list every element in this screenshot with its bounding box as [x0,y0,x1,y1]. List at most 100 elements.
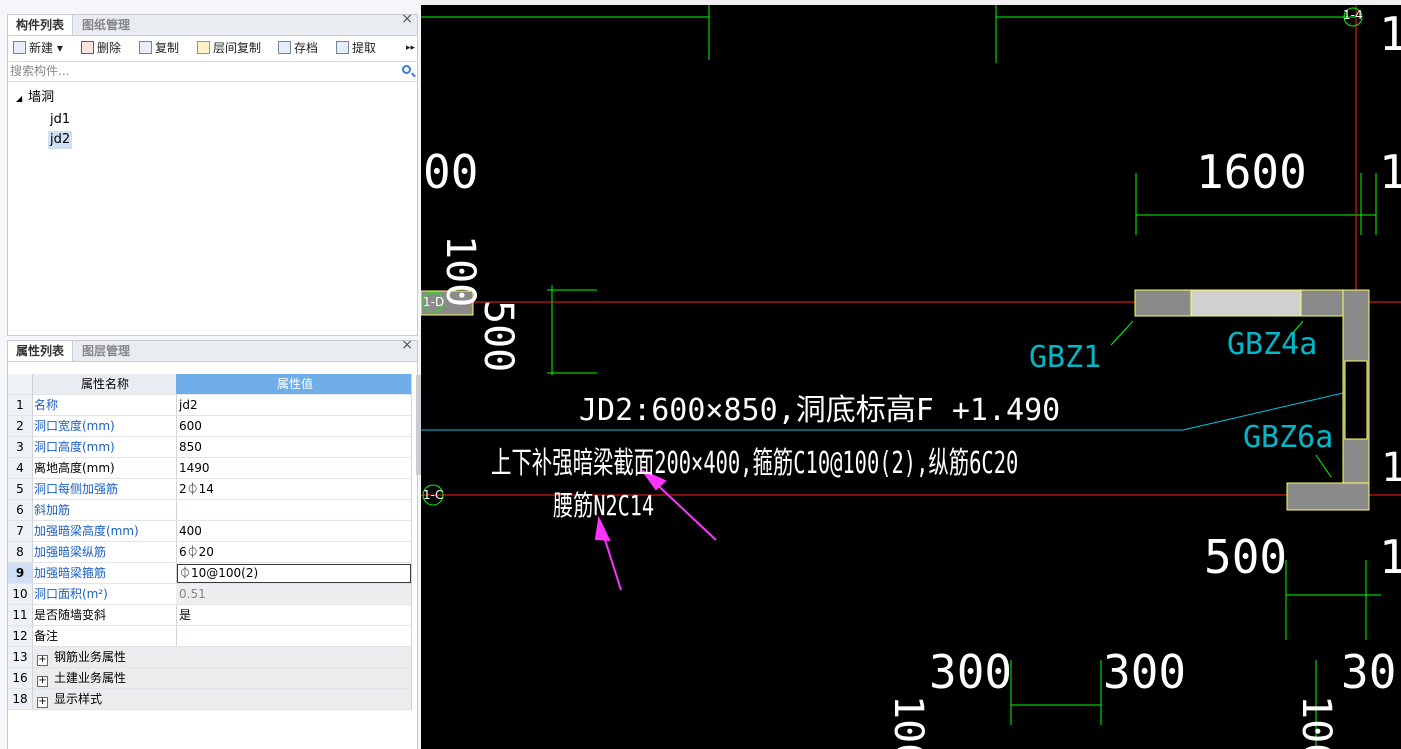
property-name: 洞口高度(mm) [33,437,177,458]
header-corner [8,374,33,395]
header-property-name: 属性名称 [33,374,177,395]
copy-button[interactable]: 复制 [139,39,179,57]
beam-note: 上下补强暗梁截面200×400,箍筋C10@100(2),纵筋6C20 [491,446,1019,481]
header-property-value: 属性值 [176,374,412,395]
property-row[interactable]: 4 离地高度(mm) 1490 [8,458,412,479]
property-list-panel: 属性列表 图层管理 × 属性名称 属性值 1 名称 jd2 2 洞口宽度(mm) 600… [7,337,418,749]
property-name: 洞口宽度(mm) [33,416,177,437]
dim-label: 300 [929,645,1013,699]
property-value-editor[interactable]: ⏀10@100(2) [176,563,412,584]
floor-copy-label: 层间复制 [213,41,262,55]
row-number: 2 [8,416,33,437]
component-list-panel: 构件列表 图纸管理 × 新建 ▾ 删除 复制 层间复制 存档 提取 ▸▸ ◢ 墙洞… [7,11,418,336]
property-group-civil[interactable]: 16 + 土建业务属性 [8,668,412,689]
floor-copy-button[interactable]: 层间复制 [197,39,261,57]
expand-icon[interactable]: + [37,676,48,687]
property-name: 斜加筋 [33,500,177,521]
component-search [8,61,417,82]
property-name: 加强暗梁纵筋 [33,542,177,563]
row-number: 12 [8,626,33,647]
dimension-lines [421,5,1381,749]
property-row[interactable]: 2 洞口宽度(mm) 600 [8,416,412,437]
tab-property-list[interactable]: 属性列表 [8,341,74,361]
property-name: 洞口面积(m²) [33,584,177,605]
row-number: 9 [8,563,33,584]
property-row[interactable]: 6 斜加筋 [8,500,412,521]
tree-item-jd2[interactable]: jd2 [48,131,73,149]
dim-label: 500 [1204,530,1288,584]
dim-label: 1 [1379,7,1401,61]
dim-label: 00 [423,145,479,199]
property-name: 加强暗梁箍筋 [33,563,177,584]
row-number: 8 [8,542,33,563]
property-row-current[interactable]: 9 加强暗梁箍筋 ⏀10@100(2) [8,563,412,584]
archive-label: 存档 [294,41,319,55]
wall-label-gbz4a: GBZ4a [1227,327,1318,362]
property-group-display[interactable]: 18 + 显示样式 [8,689,412,710]
row-number: 18 [8,689,33,710]
property-name: 洞口每侧加强筋 [33,479,177,500]
tab-layer-management[interactable]: 图层管理 [74,341,138,361]
new-button[interactable]: 新建 ▾ [13,39,63,57]
property-row[interactable]: 1 名称 jd2 [8,395,412,416]
close-icon[interactable]: × [401,11,413,27]
property-row[interactable]: 11 是否随墙变斜是 [8,605,412,626]
wall-label-gbz1: GBZ1 [1029,340,1102,375]
property-value [176,689,412,710]
dim-label: 1600 [1196,145,1307,199]
property-value[interactable]: 2⏀14 [176,479,412,500]
property-name: 离地高度(mm) [33,458,177,479]
drawing-svg [421,5,1401,749]
property-row[interactable]: 8 加强暗梁纵筋 6⏀20 [8,542,412,563]
property-row[interactable]: 12 备注 [8,626,412,647]
expand-icon[interactable]: + [37,655,48,666]
dim-label: 1 [1379,530,1401,584]
row-number: 7 [8,521,33,542]
tree-root-label: 墙洞 [28,90,55,105]
property-row[interactable]: 10 洞口面积(m²) 0.51 [8,584,412,605]
tab-drawing-management[interactable]: 图纸管理 [74,15,138,35]
toolbar-more-icon[interactable]: ▸▸ [406,39,415,57]
close-icon[interactable]: × [401,337,413,353]
property-group-name: 土建业务属性 [54,671,127,685]
property-value[interactable] [176,626,412,647]
dim-label: 300 [1103,645,1187,699]
property-name: 备注 [33,626,177,647]
property-value[interactable]: 6⏀20 [176,542,412,563]
property-row[interactable]: 3 洞口高度(mm) 850 [8,437,412,458]
property-value[interactable]: 400 [176,521,412,542]
search-icon[interactable] [402,65,411,74]
property-value[interactable]: 850 [176,437,412,458]
search-input[interactable] [10,63,390,79]
row-number: 13 [8,647,33,668]
row-number: 1 [8,395,33,416]
property-value[interactable] [176,500,412,521]
tab-component-list[interactable]: 构件列表 [8,15,74,35]
tree-root-wall-opening[interactable]: ◢ 墙洞 [16,89,54,107]
drawing-canvas[interactable]: 1-D 1-C 1-4 1600 00 100 500 500 300 300 … [421,5,1401,749]
property-value: 0.51 [176,584,412,605]
property-value[interactable]: 是 [176,605,412,626]
extract-button[interactable]: 提取 [336,39,376,57]
collapse-icon[interactable]: ◢ [16,94,22,103]
tree-item-jd1[interactable]: jd1 [50,111,70,129]
dim-label: 100 [885,695,931,749]
expand-icon[interactable]: + [37,697,48,708]
archive-icon [278,41,291,54]
property-value[interactable]: jd2 [176,395,412,416]
property-group-rebar[interactable]: 13 + 钢筋业务属性 [8,647,412,668]
property-group-name: 显示样式 [54,692,103,706]
left-sidebar: 构件列表 图纸管理 × 新建 ▾ 删除 复制 层间复制 存档 提取 ▸▸ ◢ 墙洞… [0,0,421,749]
row-number: 6 [8,500,33,521]
row-number: 10 [8,584,33,605]
property-group-name: 钢筋业务属性 [54,650,127,664]
property-name: 加强暗梁高度(mm) [33,521,177,542]
property-value[interactable]: 600 [176,416,412,437]
property-row[interactable]: 7 加强暗梁高度(mm) 400 [8,521,412,542]
delete-button[interactable]: 删除 [81,39,121,57]
archive-button[interactable]: 存档 [278,39,318,57]
dim-label: 1 [1379,145,1401,199]
property-value[interactable]: 1490 [176,458,412,479]
property-row[interactable]: 5 洞口每侧加强筋 2⏀14 [8,479,412,500]
delete-label: 删除 [97,41,122,55]
